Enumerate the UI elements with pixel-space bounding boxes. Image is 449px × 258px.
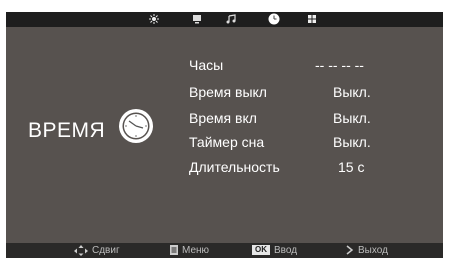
menu-item-sleep-timer[interactable]: Таймер сна xyxy=(189,134,264,154)
hint-exit-label: Выход xyxy=(358,245,388,256)
tab-screen[interactable] xyxy=(186,12,208,27)
menu-item-label: Время вкл xyxy=(189,110,257,126)
exit-icon xyxy=(346,245,354,255)
menu-item-label: Таймер сна xyxy=(189,134,265,150)
hint-enter-label: Ввод xyxy=(274,245,298,256)
tab-setup[interactable] xyxy=(301,12,323,27)
clock-icon xyxy=(268,13,280,25)
menu-item-value: Выкл. xyxy=(333,110,371,126)
grid-icon xyxy=(308,15,316,23)
tab-sound[interactable] xyxy=(220,12,242,27)
hint-menu-label: Меню xyxy=(182,245,210,256)
tab-picture[interactable] xyxy=(143,12,165,27)
menu-item-value: Выкл. xyxy=(333,134,371,150)
menu-item-label: Время выкл xyxy=(189,84,267,100)
menu-item-value: Выкл. xyxy=(333,84,371,100)
menu-item-label: Длительность xyxy=(189,159,280,175)
page-header-clipped xyxy=(0,0,449,12)
menu-icon xyxy=(170,245,178,255)
clock-icon xyxy=(119,109,153,143)
hint-navigate-label: Сдвиг xyxy=(92,245,120,256)
menu-item-value: -- -- -- -- xyxy=(315,57,364,73)
menu-item-on-time[interactable]: Время вкл xyxy=(189,110,257,130)
menu-tab-bar xyxy=(6,12,443,27)
screen-icon xyxy=(193,15,201,24)
arrows-icon xyxy=(74,245,88,256)
picture-brightness-icon xyxy=(149,14,159,24)
menu-item-value: 15 с xyxy=(338,159,365,175)
menu-item-off-time[interactable]: Время выкл xyxy=(189,84,267,104)
menu-item-clock[interactable]: Часы xyxy=(189,57,223,77)
ok-key-badge: OK xyxy=(252,245,270,255)
menu-item-duration[interactable]: Длительность xyxy=(189,159,280,179)
section-title: ВРЕМЯ xyxy=(28,119,106,142)
menu-item-label: Часы xyxy=(189,57,224,73)
tab-time[interactable] xyxy=(263,12,285,27)
hint-bar: Сдвиг Меню OK Ввод Выход xyxy=(6,243,443,258)
music-note-icon xyxy=(226,14,236,24)
